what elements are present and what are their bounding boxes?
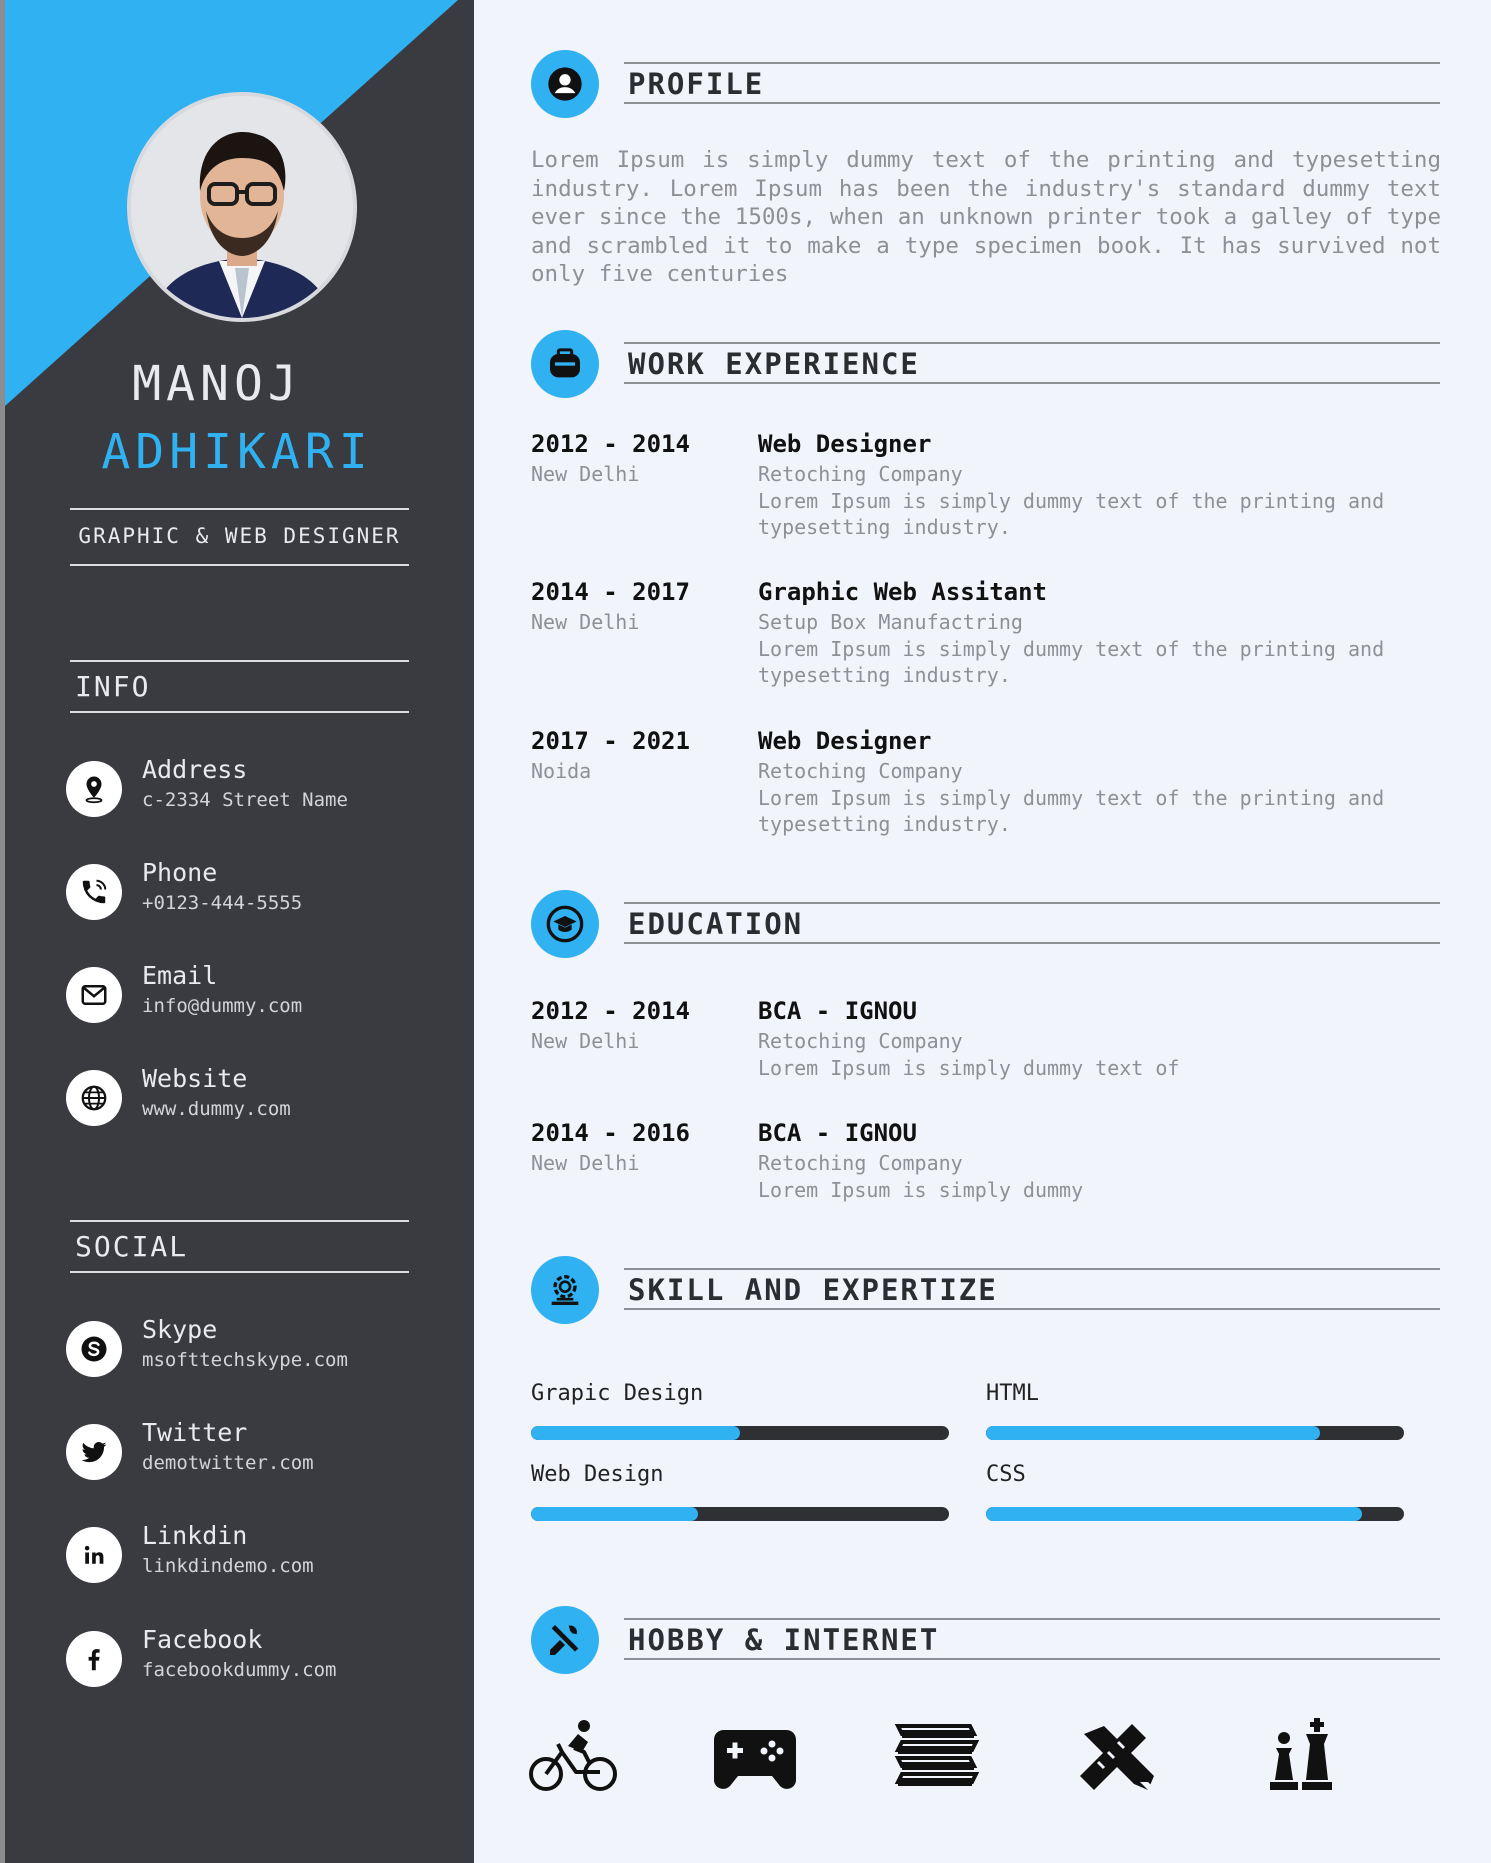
work-place: New Delhi xyxy=(531,462,640,486)
work-company: Setup Box Manufactring xyxy=(758,610,1023,634)
education-institute: Retoching Company xyxy=(758,1029,963,1053)
education-degree: BCA - IGNOU xyxy=(758,1119,917,1147)
social-linkedin[interactable]: Linkdin linkdindemo.com xyxy=(66,1521,466,1587)
social-label: Skype xyxy=(142,1315,218,1344)
work-position: Web Designer xyxy=(758,430,932,458)
skill-name: Web Design xyxy=(531,1462,664,1487)
social-skype[interactable]: Skype msofttechskype.com xyxy=(66,1315,466,1381)
job-role: GRAPHIC & WEB DESIGNER xyxy=(78,524,401,548)
skill-bar xyxy=(986,1426,1404,1440)
avatar xyxy=(127,92,357,322)
twitter-icon xyxy=(66,1424,122,1480)
work-place: New Delhi xyxy=(531,610,640,634)
skill-bar-fill xyxy=(986,1507,1363,1521)
divider xyxy=(70,508,409,510)
work-title: WORK EXPERIENCE xyxy=(624,342,1440,384)
divider xyxy=(70,660,409,662)
info-value: +0123-444-5555 xyxy=(142,892,303,914)
work-position: Graphic Web Assitant xyxy=(758,578,1047,606)
work-position: Web Designer xyxy=(758,727,932,755)
sidebar-edge xyxy=(0,0,5,1863)
skill-name: HTML xyxy=(986,1381,1039,1406)
info-label: Email xyxy=(142,961,218,990)
mail-icon xyxy=(66,967,122,1023)
work-company: Retoching Company xyxy=(758,759,963,783)
work-description: Lorem Ipsum is simply dummy text of the … xyxy=(758,637,1385,687)
info-value: info@dummy.com xyxy=(142,995,303,1017)
skill-bar xyxy=(531,1426,949,1440)
social-label: Twitter xyxy=(142,1418,248,1447)
education-place: New Delhi xyxy=(531,1029,640,1053)
profile-user-icon xyxy=(531,50,599,118)
skill-name: Grapic Design xyxy=(531,1381,704,1406)
skill-bar xyxy=(531,1507,949,1521)
education-degree: BCA - IGNOU xyxy=(758,997,917,1025)
name-last: ADHIKARI xyxy=(101,424,373,480)
skill-bar-fill xyxy=(531,1426,740,1440)
divider xyxy=(70,564,409,566)
sidebar: MANOJ ADHIKARI GRAPHIC & WEB DESIGNER IN… xyxy=(0,0,474,1863)
skills-title: SKILL AND EXPERTIZE xyxy=(624,1268,1440,1310)
skill-bar xyxy=(986,1507,1404,1521)
graduation-cap-icon xyxy=(531,890,599,958)
gamepad-icon xyxy=(710,1712,800,1802)
drawing-tools-icon xyxy=(1074,1712,1164,1802)
profile-text: Lorem Ipsum is simply dummy text of the … xyxy=(531,147,1441,287)
skills-gear-icon xyxy=(531,1256,599,1324)
social-value[interactable]: linkdindemo.com xyxy=(142,1555,314,1577)
work-company: Retoching Company xyxy=(758,462,963,486)
social-facebook[interactable]: Facebook facebookdummy.com xyxy=(66,1625,466,1691)
work-description: Lorem Ipsum is simply dummy text of the … xyxy=(758,489,1385,539)
education-years: 2014 - 2016 xyxy=(531,1119,690,1147)
social-label: Linkdin xyxy=(142,1521,248,1550)
info-address: Address c-2334 Street Name xyxy=(66,755,466,821)
skill-bar-fill xyxy=(986,1426,1321,1440)
education-place: New Delhi xyxy=(531,1151,640,1175)
info-email: Email info@dummy.com xyxy=(66,961,466,1027)
education-title: EDUCATION xyxy=(624,902,1440,944)
tools-icon xyxy=(531,1606,599,1674)
social-value[interactable]: facebookdummy.com xyxy=(142,1659,336,1681)
info-website: Website www.dummy.com xyxy=(66,1064,466,1130)
social-value[interactable]: demotwitter.com xyxy=(142,1452,314,1474)
work-years: 2012 - 2014 xyxy=(531,430,690,458)
work-place: Noida xyxy=(531,759,592,783)
phone-icon xyxy=(66,864,122,920)
info-value[interactable]: www.dummy.com xyxy=(142,1098,291,1120)
divider xyxy=(70,711,409,713)
briefcase-icon xyxy=(531,330,599,398)
education-institute: Retoching Company xyxy=(758,1151,963,1175)
social-label: Facebook xyxy=(142,1625,263,1654)
cycling-icon xyxy=(528,1712,618,1802)
education-description: Lorem Ipsum is simply dummy xyxy=(758,1178,1084,1202)
info-label: Website xyxy=(142,1064,248,1093)
facebook-icon xyxy=(66,1631,122,1687)
work-description: Lorem Ipsum is simply dummy text of the … xyxy=(758,786,1385,836)
skill-bar-fill xyxy=(531,1507,699,1521)
location-pin-icon xyxy=(66,761,122,817)
education-years: 2012 - 2014 xyxy=(531,997,690,1025)
social-heading: SOCIAL xyxy=(75,1230,189,1263)
linkedin-icon xyxy=(66,1527,122,1583)
divider xyxy=(70,1271,409,1273)
hobby-title: HOBBY & INTERNET xyxy=(624,1618,1440,1660)
social-twitter[interactable]: Twitter demotwitter.com xyxy=(66,1418,466,1484)
chess-icon xyxy=(1256,1712,1346,1802)
skype-icon xyxy=(66,1321,122,1377)
globe-icon xyxy=(66,1070,122,1126)
info-phone: Phone +0123-444-5555 xyxy=(66,858,466,924)
info-label: Phone xyxy=(142,858,218,887)
work-years: 2017 - 2021 xyxy=(531,727,690,755)
social-value[interactable]: msofttechskype.com xyxy=(142,1349,348,1371)
education-description: Lorem Ipsum is simply dummy text of xyxy=(758,1056,1180,1080)
info-label: Address xyxy=(142,755,248,784)
books-icon xyxy=(892,1712,982,1802)
name-first: MANOJ xyxy=(132,356,302,412)
info-value: c-2334 Street Name xyxy=(142,789,348,811)
work-years: 2014 - 2017 xyxy=(531,578,690,606)
skill-name: CSS xyxy=(986,1462,1026,1487)
info-heading: INFO xyxy=(75,670,151,703)
divider xyxy=(70,1220,409,1222)
profile-title: PROFILE xyxy=(624,62,1440,104)
